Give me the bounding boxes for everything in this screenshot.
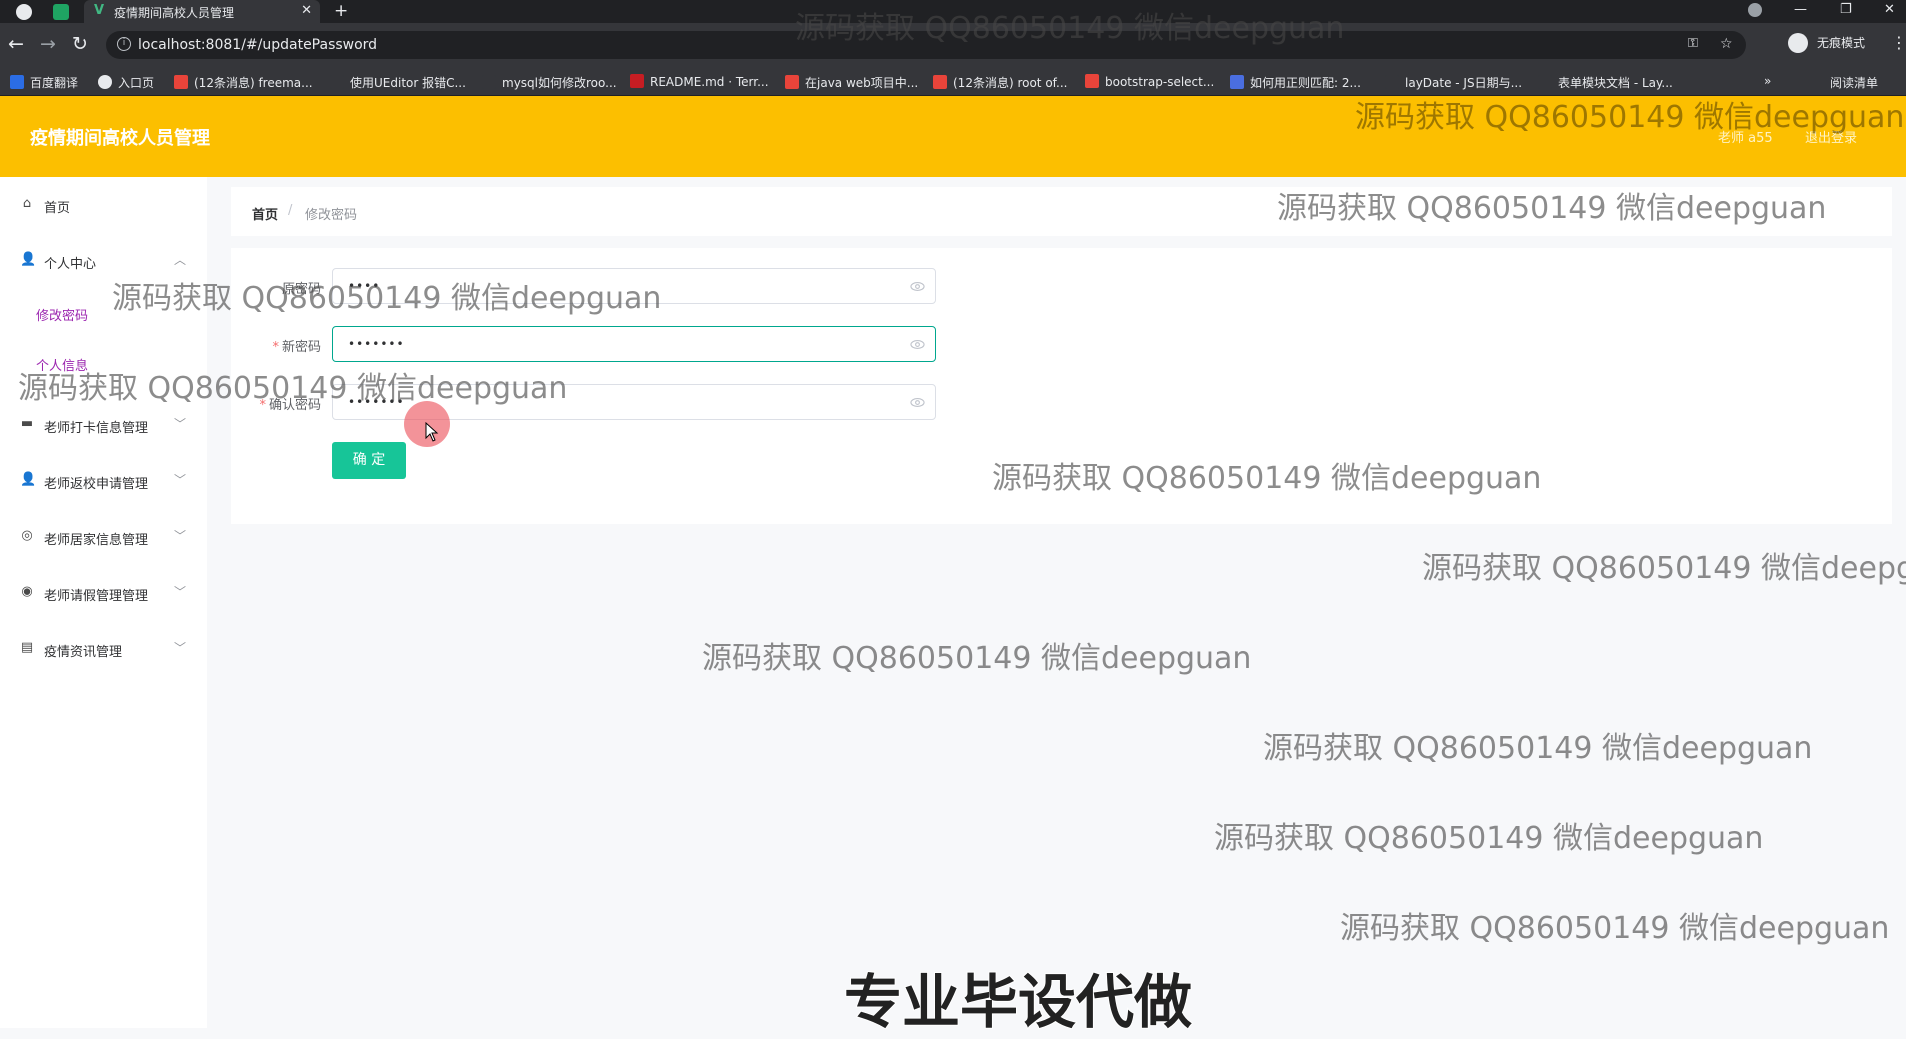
briefcase-icon: ▬: [20, 416, 34, 431]
chevron-down-icon: ﹀: [174, 641, 187, 655]
pinned-tab-icon[interactable]: [16, 4, 32, 20]
reading-list-button[interactable]: 阅读清单: [1830, 74, 1878, 91]
sidebar-item-label: 老师居家信息管理: [44, 533, 149, 548]
breadcrumb-current: 修改密码: [305, 208, 358, 223]
profile-menu-icon[interactable]: [1748, 3, 1762, 17]
bookmark-favicon-icon: [482, 75, 496, 89]
globe-icon: ◎: [21, 528, 33, 543]
bookmark-item[interactable]: bootstrap-select...: [1085, 74, 1214, 89]
bookmark-favicon-icon: [933, 75, 947, 89]
incognito-icon[interactable]: [1788, 33, 1808, 53]
chevron-up-icon: ︿: [174, 253, 187, 267]
sidebar-item-label: 个人中心: [44, 257, 97, 272]
watermark-text: 源码获取 QQ86050149 微信deepguan: [1277, 191, 1827, 226]
url-text[interactable]: localhost:8081/#/updatePassword: [138, 37, 377, 53]
eye-icon[interactable]: [910, 279, 925, 294]
mouse-cursor-icon: [425, 422, 439, 442]
required-asterisk: *: [272, 340, 279, 355]
compass-icon: ◉: [21, 584, 33, 599]
tab-title: 疫情期间高校人员管理: [114, 6, 235, 20]
bookmark-favicon-icon: [785, 75, 799, 89]
browser-menu-icon[interactable]: ⋮: [1891, 33, 1906, 52]
bookmark-item[interactable]: README.md · Terr...: [630, 74, 769, 89]
sidebar-item-epidemic-news[interactable]: ▤ 疫情资讯管理 ﹀: [0, 629, 207, 669]
close-window-icon[interactable]: ✕: [1884, 2, 1895, 17]
bookmark-favicon-icon: [1085, 74, 1099, 88]
sidebar-item-home[interactable]: ⌂ 首页: [0, 185, 207, 225]
bookmark-favicon-icon: [1230, 75, 1244, 89]
incognito-label[interactable]: 无痕模式: [1817, 34, 1865, 51]
watermark-text: 源码获取 QQ86050149 微信deepguan: [795, 11, 1345, 46]
bookmark-favicon-icon: [10, 75, 24, 89]
chevron-down-icon: ﹀: [174, 417, 187, 431]
watermark-text: 源码获取 QQ86050149 微信deepguan: [18, 371, 568, 406]
key-icon[interactable]: ⚿: [1688, 36, 1698, 51]
sidebar-item-leave-management[interactable]: ◉ 老师请假管理管理 ﹀: [0, 573, 207, 613]
sidebar-item-label: 老师打卡信息管理: [44, 421, 149, 436]
user-icon: 👤: [20, 472, 37, 487]
breadcrumb-home[interactable]: 首页: [252, 204, 278, 223]
watermark-text: 源码获取 QQ86050149 微信deepguan: [1214, 821, 1764, 856]
video-caption: 专业毕设代做: [843, 967, 1193, 1037]
watermark-text: 源码获取 QQ86050149 微信deepguan: [1263, 731, 1813, 766]
watermark-text: 源码获取 QQ86050149 微信deepguan: [702, 641, 1252, 676]
minimize-icon[interactable]: —: [1794, 2, 1807, 17]
watermark-text: 源码获取 QQ86050149 微信deepg: [1422, 551, 1906, 586]
app-title: 疫情期间高校人员管理: [30, 128, 210, 149]
tab-close-icon[interactable]: ✕: [301, 3, 312, 18]
bookmark-favicon-icon: [174, 75, 188, 89]
bookmark-item[interactable]: layDate - JS日期与...: [1385, 74, 1522, 91]
sidebar-item-label: 老师请假管理管理: [44, 589, 149, 604]
eye-icon[interactable]: [910, 337, 925, 352]
chevron-down-icon: ﹀: [174, 585, 187, 599]
bookmarks-overflow-icon[interactable]: »: [1764, 74, 1771, 88]
bookmark-item[interactable]: (12条消息) root of...: [933, 74, 1067, 91]
site-info-icon[interactable]: i: [117, 37, 131, 51]
forward-icon[interactable]: →: [40, 33, 56, 55]
bookmark-favicon-icon: [1385, 75, 1399, 89]
sidebar-item-teacher-checkin[interactable]: ▬ 老师打卡信息管理 ﹀: [0, 405, 207, 445]
sidebar-item-home-info[interactable]: ◎ 老师居家信息管理 ﹀: [0, 517, 207, 557]
sidebar-item-label: 疫情资讯管理: [44, 645, 123, 660]
restore-icon[interactable]: ❐: [1840, 2, 1852, 17]
new-password-value: •••••••: [348, 337, 405, 351]
bookmark-item[interactable]: 百度翻译: [10, 74, 78, 91]
watermark-text: 源码获取 QQ86050149 微信deepguan: [1355, 100, 1905, 135]
bookmark-favicon-icon: [98, 75, 112, 89]
bookmark-favicon-icon: [1538, 75, 1552, 89]
home-icon: ⌂: [22, 196, 32, 211]
sidebar-item-label: 首页: [44, 201, 71, 216]
back-icon[interactable]: ←: [8, 33, 24, 55]
confirm-button[interactable]: 确 定: [332, 442, 406, 479]
new-password-field[interactable]: •••••••: [332, 326, 936, 362]
bookmark-item[interactable]: 表单模块文档 - Lay...: [1538, 74, 1673, 91]
bookmark-item[interactable]: 使用UEditor 报错C...: [330, 74, 466, 91]
bookmark-item[interactable]: 在java web项目中...: [785, 74, 918, 91]
watermark-text: 源码获取 QQ86050149 微信deepguan: [112, 281, 662, 316]
chevron-down-icon: ﹀: [174, 473, 187, 487]
user-icon: 👤: [20, 252, 37, 267]
bookmark-item[interactable]: mysql如何修改roo...: [482, 74, 617, 91]
watermark-text: 源码获取 QQ86050149 微信deepguan: [1340, 911, 1890, 946]
new-tab-button[interactable]: +: [334, 1, 348, 21]
pinned-tab-sheets-icon[interactable]: [53, 4, 69, 20]
watermark-text: 源码获取 QQ86050149 微信deepguan: [992, 461, 1542, 496]
bookmark-star-icon[interactable]: ☆: [1720, 36, 1733, 52]
breadcrumb-separator: /: [288, 203, 293, 218]
reload-icon[interactable]: ↻: [72, 33, 88, 55]
bookmark-item[interactable]: (12条消息) freema...: [174, 74, 313, 91]
bookmark-favicon-icon: [630, 74, 644, 88]
chevron-down-icon: ﹀: [174, 529, 187, 543]
eye-icon[interactable]: [910, 395, 925, 410]
bookmark-item[interactable]: 入口页: [98, 74, 154, 91]
new-password-label: * 新密码: [272, 340, 321, 355]
sidebar-item-return-application[interactable]: 👤 老师返校申请管理 ﹀: [0, 461, 207, 501]
bookmark-favicon-icon: [330, 75, 344, 89]
sidebar-item-label: 老师返校申请管理: [44, 477, 149, 492]
active-tab[interactable]: V 疫情期间高校人员管理 ✕: [84, 0, 320, 23]
sidebar-subitem-change-password[interactable]: 修改密码: [36, 305, 88, 324]
news-icon: ▤: [20, 640, 34, 655]
bookmark-item[interactable]: 如何用正则匹配: 2...: [1230, 74, 1361, 91]
vue-logo-icon: V: [94, 3, 105, 18]
